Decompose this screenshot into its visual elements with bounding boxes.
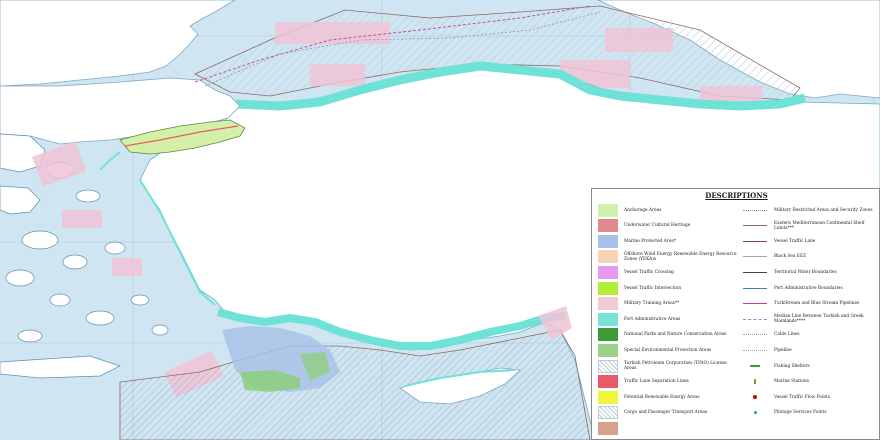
legend-swatch (598, 234, 618, 248)
legend-swatch (598, 312, 618, 326)
legend-label: Vessel Traffic Lane (774, 238, 816, 244)
legend-item (598, 421, 738, 435)
legend-item: Cargo and Passenger Transport Areas (598, 406, 738, 420)
legend-label: Vessel Traffic Flow Points (774, 394, 830, 400)
legend-label: National Parks and Nature Conservation A… (624, 332, 727, 338)
legend-item: Vessel Traffic Intersection (598, 281, 738, 295)
legend-label: Eastern Mediterranean Continental Shelf … (774, 220, 865, 231)
legend-item: Vessel Traffic Lane (742, 234, 876, 248)
legend-swatch (598, 421, 618, 435)
legend-label: Fishing Shelters (774, 363, 810, 369)
legend-label: Underwater Cultural Heritage (624, 223, 691, 229)
legend-label: Traffic Lane Separation Lines (624, 379, 689, 385)
legend-line-symbol (742, 204, 768, 217)
map-view: DESCRIPTIONS Anchorage Areas Underwater C… (0, 0, 880, 440)
legend-label: Potential Renewable Energy Areas (624, 394, 700, 400)
legend-label: Territorial Water Boundaries (774, 269, 837, 275)
legend-line-symbol (742, 219, 768, 232)
legend-swatch (598, 250, 618, 264)
legend-item: Underwater Cultural Heritage (598, 219, 738, 233)
legend-label: Vessel Traffic Crossing (624, 269, 674, 275)
legend-line-symbol (742, 297, 768, 310)
legend-item: Fishing Shelters (742, 359, 876, 373)
legend-label: Anchorage Areas (624, 207, 662, 213)
legend-item: Vessel Traffic Crossing (598, 265, 738, 279)
legend-swatch (598, 265, 618, 279)
legend-item: National Parks and Nature Conservation A… (598, 328, 738, 342)
legend-label: Military Training Areas** (624, 301, 680, 307)
legend-line-symbol (742, 266, 768, 279)
legend-line-symbol (742, 235, 768, 248)
legend-item: Pilotage Services Points (742, 406, 876, 420)
legend-item: Potential Renewable Energy Areas (598, 390, 738, 404)
legend-item: Port Administrative Areas (598, 312, 738, 326)
legend-item: Pipeline (742, 343, 876, 357)
legend-item: Vessel Traffic Flow Points (742, 390, 876, 404)
legend-title: DESCRIPTIONS (705, 191, 768, 200)
legend-label: TurkStream and Blue Stream Pipelines (774, 301, 860, 307)
legend-label: Port Administrative Areas (624, 316, 681, 322)
legend-line-symbol (742, 328, 768, 341)
legend-item: Eastern Mediterranean Continental Shelf … (742, 219, 876, 233)
legend-label: Cargo and Passenger Transport Areas (624, 410, 708, 416)
legend-item: Military Restricted Areas and Security Z… (742, 203, 876, 217)
legend-label: Turkish Petroleum Corporation (TPAO) Lic… (624, 361, 727, 371)
legend-swatch (598, 390, 618, 404)
legend-item: Territorial Water Boundaries (742, 265, 876, 279)
legend-swatch (598, 375, 618, 389)
legend-line-symbol (742, 250, 768, 263)
legend-label: Offshore Wind Energy Renewable Energy Re… (624, 251, 737, 262)
legend-item: Port Administrative Boundaries (742, 281, 876, 295)
legend-label: Cable Lines (774, 332, 800, 338)
legend-swatch (598, 281, 618, 295)
legend-label: Vessel Traffic Intersection (624, 285, 682, 291)
legend-swatch (598, 219, 618, 233)
legend-label: Black Sea EEZ (774, 254, 807, 260)
legend-label: Military Restricted Areas and Security Z… (774, 207, 873, 213)
legend-line-symbol (742, 282, 768, 295)
legend-item: TurkStream and Blue Stream Pipelines (742, 297, 876, 311)
legend-label: Median Line Between Turkish and Greek Ma… (774, 314, 864, 325)
legend-line-symbol (742, 391, 768, 404)
map-legend: DESCRIPTIONS Anchorage Areas Underwater C… (591, 188, 880, 440)
legend-label: Pipeline (774, 347, 792, 353)
legend-item: Anchorage Areas (598, 203, 738, 217)
legend-item: Black Sea EEZ (742, 250, 876, 264)
legend-label: Special Environmental Protection Areas (624, 347, 712, 353)
legend-item: Traffic Lane Separation Lines (598, 375, 738, 389)
legend-line-symbol (742, 344, 768, 357)
legend-item: Special Environmental Protection Areas (598, 343, 738, 357)
legend-label: Port Administrative Boundaries (774, 285, 843, 291)
legend-label: Pilotage Services Points (774, 410, 827, 416)
legend-line-symbol (742, 406, 768, 419)
legend-item: Median Line Between Turkish and Greek Ma… (742, 312, 876, 326)
legend-item: Cable Lines (742, 328, 876, 342)
legend-item: Turkish Petroleum Corporation (TPAO) Lic… (598, 359, 738, 373)
legend-line-symbol (742, 360, 768, 373)
legend-swatch (598, 406, 618, 420)
legend-label: Marine Stations (774, 379, 809, 385)
legend-line-symbol (742, 313, 768, 326)
legend-swatch (598, 203, 618, 217)
legend-swatch (598, 328, 618, 342)
legend-item: Marine Protected Area* (598, 234, 738, 248)
legend-swatch (598, 297, 618, 311)
legend-line-symbol (742, 375, 768, 388)
legend-swatch (598, 359, 618, 373)
legend-swatch (598, 343, 618, 357)
legend-item: Military Training Areas** (598, 297, 738, 311)
legend-label: Marine Protected Area* (624, 238, 677, 244)
legend-item: Offshore Wind Energy Renewable Energy Re… (598, 250, 738, 264)
legend-item: Marine Stations (742, 375, 876, 389)
